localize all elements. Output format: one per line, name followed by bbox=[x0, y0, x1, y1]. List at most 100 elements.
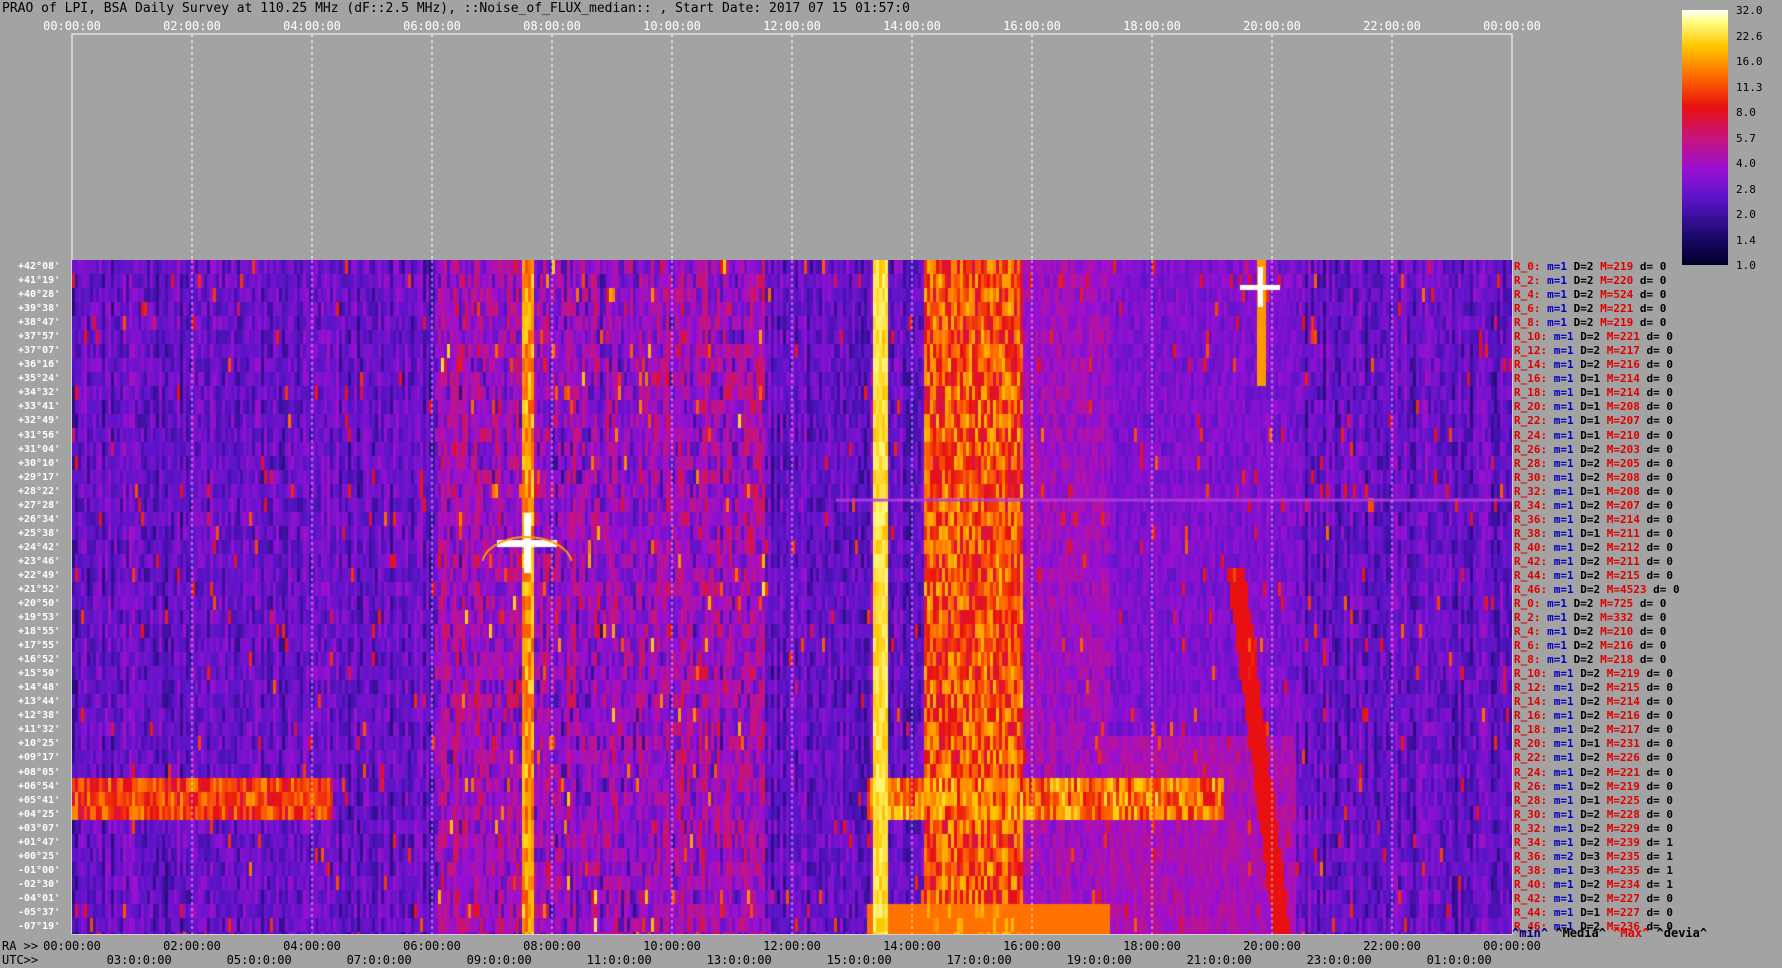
declination-label: +24°42' bbox=[18, 541, 61, 553]
side-stat-row: R_18: m=1 D=2 M=217 d= 0 bbox=[1514, 723, 1673, 737]
side-stat-row: R_34: m=1 D=2 M=239 d= 1 bbox=[1514, 835, 1673, 849]
ra-tick-label: 04:00:00 bbox=[283, 939, 341, 953]
declination-label: +10°25' bbox=[18, 738, 61, 750]
utc-tick-label: 09:0:0:00 bbox=[466, 953, 532, 967]
top-tick-label: 00:00:00 bbox=[1483, 19, 1541, 33]
colorbar-label: 5.7 bbox=[1736, 131, 1756, 145]
heatmap-canvas bbox=[72, 260, 1512, 934]
top-tick-label: 04:00:00 bbox=[283, 19, 341, 33]
declination-label: +38°47' bbox=[18, 317, 61, 329]
top-tick-label: 08:00:00 bbox=[523, 19, 581, 33]
top-tick-label: 00:00:00 bbox=[43, 19, 101, 33]
declination-label: +29°17' bbox=[18, 471, 61, 483]
declination-label: -05°37' bbox=[18, 906, 61, 918]
side-stat-row: R_36: m=2 D=3 M=235 d= 1 bbox=[1514, 849, 1673, 863]
declination-label: +31°56' bbox=[18, 429, 61, 441]
side-stat-row: R_16: m=1 D=2 M=216 d= 0 bbox=[1514, 709, 1673, 723]
side-stat-row: R_36: m=1 D=2 M=214 d= 0 bbox=[1514, 512, 1673, 526]
declination-label: +13°44' bbox=[18, 696, 61, 708]
side-stat-row: R_0: m=1 D=2 M=725 d= 0 bbox=[1514, 597, 1667, 610]
side-stat-row: R_26: m=1 D=2 M=219 d= 0 bbox=[1514, 779, 1673, 793]
declination-label: +00°25' bbox=[18, 850, 61, 862]
side-stat-row: R_10: m=1 D=2 M=221 d= 0 bbox=[1514, 330, 1673, 344]
declination-label: +22°49' bbox=[18, 569, 61, 581]
utc-tick-label: 11:0:0:00 bbox=[586, 953, 652, 967]
utc-tick-label: 23:0:0:00 bbox=[1306, 953, 1372, 967]
side-stat-row: R_30: m=1 D=2 M=208 d= 0 bbox=[1514, 470, 1673, 484]
legend-max: ^Max^ bbox=[1613, 926, 1650, 940]
declination-label: +37°57' bbox=[18, 331, 61, 343]
declination-label: +04°25' bbox=[18, 808, 61, 820]
side-stat-row: R_8: m=1 D=2 M=218 d= 0 bbox=[1514, 653, 1667, 667]
ra-tick-label: 12:00:00 bbox=[763, 939, 821, 953]
colorbar-label: 22.6 bbox=[1736, 29, 1763, 43]
side-stat-row: R_32: m=1 D=1 M=208 d= 0 bbox=[1514, 484, 1673, 498]
declination-label: -02°30' bbox=[18, 878, 61, 890]
declination-label: +12°38' bbox=[18, 710, 61, 722]
side-stat-row: R_44: m=1 D=1 M=227 d= 0 bbox=[1514, 905, 1673, 919]
declination-label: +06°54' bbox=[18, 780, 61, 792]
ra-tick-label: 00:00:00 bbox=[43, 939, 101, 953]
side-stat-row: R_44: m=1 D=2 M=215 d= 0 bbox=[1514, 568, 1673, 582]
utc-tick-label: 17:0:0:00 bbox=[946, 953, 1012, 967]
ra-tick-label: 16:00:00 bbox=[1003, 939, 1061, 953]
declination-label: +33°41' bbox=[18, 401, 61, 413]
declination-label: -07°19' bbox=[18, 920, 61, 932]
legend-devia: ^devia^ bbox=[1656, 926, 1708, 940]
side-stat-row: R_12: m=1 D=2 M=217 d= 0 bbox=[1514, 344, 1673, 358]
declination-label: +42°08' bbox=[18, 261, 61, 272]
declination-label: +16°52' bbox=[18, 654, 61, 666]
declination-label: +28°22' bbox=[18, 485, 61, 497]
colorbar-label: 1.0 bbox=[1736, 259, 1756, 272]
side-stat-row: R_2: m=1 D=2 M=332 d= 0 bbox=[1514, 611, 1667, 625]
colorbar bbox=[1682, 10, 1728, 265]
utc-tick-label: 01:0:0:00 bbox=[1426, 953, 1492, 967]
side-stat-row: R_24: m=1 D=2 M=221 d= 0 bbox=[1514, 765, 1673, 779]
side-stat-row: R_46: m=1 D=2 M=4523 d= 0 bbox=[1514, 582, 1680, 596]
utc-tick-label: 21:0:0:00 bbox=[1186, 953, 1252, 967]
side-stat-row: R_8: m=1 D=2 M=219 d= 0 bbox=[1514, 316, 1667, 330]
side-stat-row: R_18: m=1 D=1 M=214 d= 0 bbox=[1514, 386, 1673, 400]
top-tick-label: 06:00:00 bbox=[403, 19, 461, 33]
utc-tick-label: 15:0:0:00 bbox=[826, 953, 892, 967]
colorbar-label: 2.8 bbox=[1736, 182, 1756, 196]
side-stat-row: R_32: m=1 D=2 M=229 d= 0 bbox=[1514, 821, 1673, 835]
ra-tick-label: 02:00:00 bbox=[163, 939, 221, 953]
side-stat-row: R_28: m=1 D=1 M=225 d= 0 bbox=[1514, 793, 1673, 807]
colorbar-label: 8.0 bbox=[1736, 106, 1756, 119]
ra-label: RA >> bbox=[2, 939, 39, 953]
declination-label: +01°47' bbox=[18, 836, 61, 848]
side-stat-row: R_2: m=1 D=2 M=220 d= 0 bbox=[1514, 274, 1667, 288]
side-stat-row: R_4: m=1 D=2 M=210 d= 0 bbox=[1514, 625, 1667, 639]
ra-tick-label: 06:00:00 bbox=[403, 939, 461, 953]
top-tick-label: 20:00:00 bbox=[1243, 19, 1301, 33]
declination-label: +25°38' bbox=[18, 527, 61, 539]
declination-label: +35°24' bbox=[18, 373, 61, 385]
declination-label: +37°07' bbox=[18, 345, 61, 357]
declination-label: +19°53' bbox=[18, 612, 61, 624]
side-stat-row: R_6: m=1 D=2 M=221 d= 0 bbox=[1514, 302, 1667, 316]
declination-label: +39°38' bbox=[18, 303, 61, 315]
colorbar-label: 32.0 bbox=[1736, 4, 1763, 17]
side-stat-row: R_16: m=1 D=1 M=214 d= 0 bbox=[1514, 372, 1673, 386]
colorbar-label: 1.4 bbox=[1736, 233, 1756, 247]
side-stat-row: R_24: m=1 D=1 M=210 d= 0 bbox=[1514, 428, 1673, 442]
side-stat-row: R_12: m=1 D=2 M=215 d= 0 bbox=[1514, 681, 1673, 695]
top-tick-label: 18:00:00 bbox=[1123, 19, 1181, 33]
declination-label: +17°55' bbox=[18, 640, 61, 652]
legend-media: ^Media^ bbox=[1555, 926, 1606, 940]
ra-tick-label: 20:00:00 bbox=[1243, 939, 1301, 953]
ra-tick-label: 22:00:00 bbox=[1363, 939, 1421, 953]
side-stat-row: R_20: m=1 D=1 M=231 d= 0 bbox=[1514, 737, 1673, 751]
side-stat-row: R_42: m=1 D=2 M=211 d= 0 bbox=[1514, 554, 1673, 568]
side-stat-row: R_40: m=1 D=2 M=234 d= 1 bbox=[1514, 877, 1673, 891]
declination-label: +26°34' bbox=[18, 513, 61, 525]
side-stat-row: R_6: m=1 D=2 M=216 d= 0 bbox=[1514, 639, 1667, 653]
side-stat-row: R_22: m=1 D=2 M=226 d= 0 bbox=[1514, 751, 1673, 765]
side-stat-row: R_0: m=1 D=2 M=219 d= 0 bbox=[1514, 260, 1667, 273]
declination-label: +30°10' bbox=[18, 457, 61, 469]
side-stat-row: R_14: m=1 D=2 M=214 d= 0 bbox=[1514, 695, 1673, 709]
side-stat-row: R_4: m=1 D=2 M=524 d= 0 bbox=[1514, 288, 1667, 302]
declination-label: +23°46' bbox=[18, 555, 61, 567]
declination-label: +14°48' bbox=[18, 682, 61, 694]
